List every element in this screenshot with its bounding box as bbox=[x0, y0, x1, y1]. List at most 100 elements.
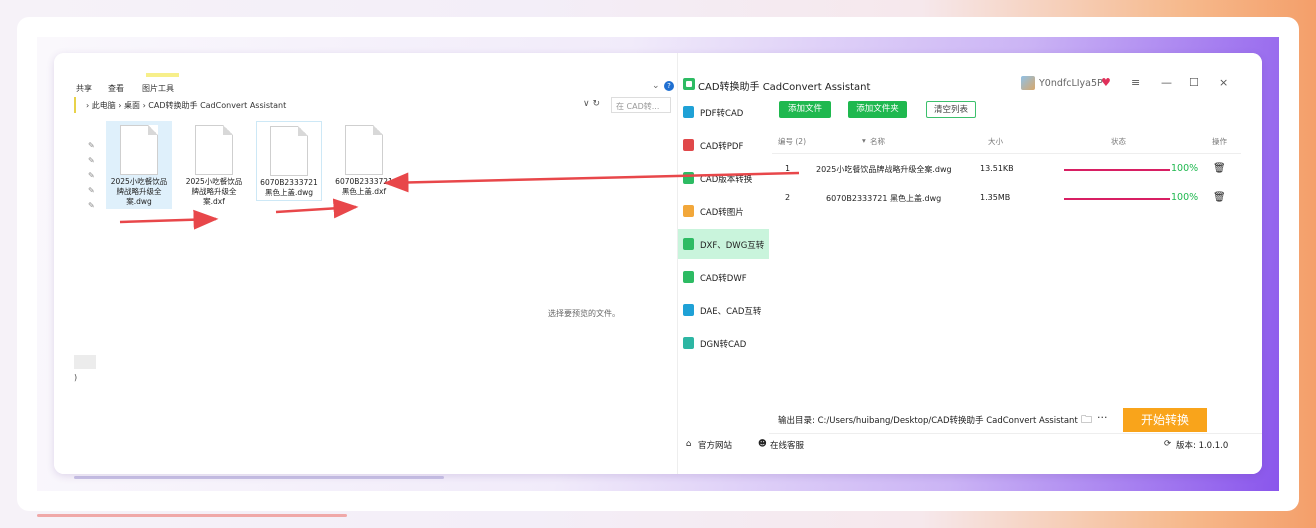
progress-bar bbox=[1064, 169, 1170, 171]
decor-bar bbox=[74, 476, 444, 479]
add-file-button[interactable]: 添加文件 bbox=[779, 101, 831, 118]
username[interactable]: Y0ndfcLIya5P bbox=[1039, 78, 1103, 89]
row-index: 1 bbox=[785, 164, 791, 173]
trash-icon[interactable]: 🗑 bbox=[1213, 192, 1226, 203]
close-icon[interactable]: × bbox=[1219, 76, 1228, 89]
file-item[interactable]: 2025小吃餐饮品牌战略升级全案.dxf bbox=[181, 121, 247, 209]
column-action: 操作 bbox=[1212, 137, 1227, 146]
row-index: 2 bbox=[785, 193, 791, 202]
search-input[interactable]: 在 CAD转... bbox=[611, 97, 671, 113]
sidebar-item-label: CAD转图片 bbox=[700, 208, 744, 218]
sidebar-item-label: CAD版本转换 bbox=[700, 175, 753, 185]
breadcrumb: › 此电脑 › 桌面 › CAD转换助手 CadConvert Assistan… bbox=[86, 101, 287, 110]
pin-icon: ✎ bbox=[88, 156, 95, 165]
column-size: 大小 bbox=[988, 137, 1003, 146]
output-directory: 输出目录: C:/Users/huibang/Desktop/CAD转换助手 C… bbox=[778, 416, 1078, 426]
version-text: 版本: 1.0.1.0 bbox=[1176, 441, 1229, 451]
column-name[interactable]: 名称 bbox=[870, 136, 885, 147]
refresh-icon[interactable]: ∨ ↻ bbox=[583, 99, 600, 109]
app-title: CAD转换助手 CadConvert Assistant bbox=[698, 82, 871, 93]
clear-list-button[interactable]: 清空列表 bbox=[926, 101, 976, 118]
progress-percent: 100% bbox=[1171, 192, 1199, 203]
converter-icon bbox=[683, 238, 694, 250]
avatar[interactable] bbox=[1021, 76, 1035, 90]
status-block bbox=[74, 355, 96, 369]
sidebar-item-label: CAD转PDF bbox=[700, 142, 744, 152]
sort-icon[interactable]: ▾ bbox=[862, 136, 866, 145]
converter-icon bbox=[683, 205, 694, 217]
converter-icon bbox=[683, 337, 694, 349]
sidebar-item[interactable]: CAD版本转换 bbox=[678, 163, 769, 193]
file-item[interactable]: 6070B2333721 黑色上盖.dwg bbox=[256, 121, 322, 201]
document-icon bbox=[195, 125, 233, 175]
progress-bar bbox=[1064, 198, 1170, 200]
sidebar-item[interactable]: CAD转DWF bbox=[678, 262, 769, 292]
sidebar-item-label: DGN转CAD bbox=[700, 340, 747, 350]
ribbon-highlight bbox=[146, 73, 179, 77]
progress-percent: 100% bbox=[1171, 163, 1199, 174]
converter-icon bbox=[683, 271, 694, 283]
document-icon bbox=[270, 126, 308, 176]
sidebar-item-label: DAE、CAD互转 bbox=[700, 307, 762, 317]
pin-icon: ✎ bbox=[88, 186, 95, 195]
document-icon bbox=[345, 125, 383, 175]
divider bbox=[769, 433, 1262, 434]
status-text: ) bbox=[74, 373, 78, 382]
column-index: 编号 (2) bbox=[778, 137, 807, 146]
add-folder-button[interactable]: 添加文件夹 bbox=[848, 101, 907, 118]
app-logo-icon bbox=[683, 78, 695, 90]
row-file-size: 1.35MB bbox=[980, 193, 1011, 202]
file-name: 2025小吃餐饮品牌战略升级全案.dxf bbox=[185, 177, 243, 206]
row-file-name: 2025小吃餐饮品牌战略升级全案.dwg bbox=[816, 165, 952, 174]
decor-bar bbox=[37, 514, 347, 517]
customer-service-icon: ☻ bbox=[758, 439, 767, 449]
official-website-link[interactable]: 官方网站 bbox=[698, 439, 732, 451]
file-item[interactable]: 2025小吃餐饮品牌战略升级全案.dwg bbox=[106, 121, 172, 209]
file-item[interactable]: 6070B2333721 黑色上盖.dxf bbox=[331, 121, 397, 201]
folder-icon[interactable]: 🗀 bbox=[1081, 411, 1092, 430]
address-bar[interactable]: › 此电脑 › 桌面 › CAD转换助手 CadConvert Assistan… bbox=[74, 97, 604, 113]
tab-view[interactable]: 查看 bbox=[108, 83, 124, 94]
sidebar-item[interactable]: DGN转CAD bbox=[678, 328, 769, 358]
sidebar-item[interactable]: DAE、CAD互转 bbox=[678, 295, 769, 325]
start-convert-button[interactable]: 开始转换 bbox=[1123, 408, 1207, 432]
sidebar-item[interactable]: PDF转CAD bbox=[678, 97, 769, 127]
pin-icon: ✎ bbox=[88, 201, 95, 210]
row-file-size: 13.51KB bbox=[980, 164, 1014, 173]
trash-icon[interactable]: 🗑 bbox=[1213, 163, 1226, 174]
file-name: 6070B2333721 黑色上盖.dxf bbox=[335, 177, 393, 196]
file-explorer: 共享 查看 图片工具 ⌄ ? › 此电脑 › 桌面 › CAD转换助手 CadC… bbox=[54, 53, 677, 474]
sidebar-item[interactable]: CAD转PDF bbox=[678, 130, 769, 160]
more-icon[interactable]: ··· bbox=[1097, 411, 1108, 424]
sidebar-item-label: PDF转CAD bbox=[700, 109, 744, 119]
maximize-icon[interactable]: ☐ bbox=[1189, 76, 1199, 89]
tab-share[interactable]: 共享 bbox=[76, 83, 92, 94]
file-name: 6070B2333721 黑色上盖.dwg bbox=[260, 178, 318, 197]
sidebar-item-label: CAD转DWF bbox=[700, 274, 747, 284]
converter-icon bbox=[683, 304, 694, 316]
sidebar-item[interactable]: CAD转图片 bbox=[678, 196, 769, 226]
minimize-icon[interactable]: — bbox=[1161, 76, 1172, 89]
pin-icon: ✎ bbox=[88, 141, 95, 150]
home-icon: ⌂ bbox=[686, 439, 692, 449]
help-icon[interactable]: ? bbox=[664, 81, 674, 91]
vip-heart-icon[interactable]: ♥ bbox=[1101, 76, 1111, 89]
tab-picture-tools[interactable]: 图片工具 bbox=[142, 83, 174, 94]
ribbon-expand-icon[interactable]: ⌄ bbox=[652, 81, 660, 91]
cad-convert-app: CAD转换助手 CadConvert Assistant Y0ndfcLIya5… bbox=[677, 53, 1262, 474]
row-file-name: 6070B2333721 黑色上盖.dwg bbox=[826, 194, 942, 203]
online-service-link[interactable]: 在线客服 bbox=[770, 439, 804, 451]
file-name: 2025小吃餐饮品牌战略升级全案.dwg bbox=[110, 177, 168, 206]
screenshot-frame: 共享 查看 图片工具 ⌄ ? › 此电脑 › 桌面 › CAD转换助手 CadC… bbox=[54, 53, 1262, 474]
sidebar: PDF转CAD CAD转PDF CAD版本转换 CAD转图片 DXF、DWG互转 CAD转… bbox=[678, 97, 769, 447]
preview-placeholder: 选择要预览的文件。 bbox=[548, 309, 620, 318]
sidebar-item[interactable]: DXF、DWG互转 bbox=[678, 229, 769, 259]
converter-icon bbox=[683, 139, 694, 151]
sync-icon: ⟳ bbox=[1164, 439, 1172, 449]
document-icon bbox=[120, 125, 158, 175]
divider bbox=[772, 153, 1241, 154]
pin-icon: ✎ bbox=[88, 171, 95, 180]
converter-icon bbox=[683, 106, 694, 118]
sidebar-item-label: DXF、DWG互转 bbox=[700, 241, 765, 251]
menu-icon[interactable]: ≡ bbox=[1131, 76, 1140, 89]
